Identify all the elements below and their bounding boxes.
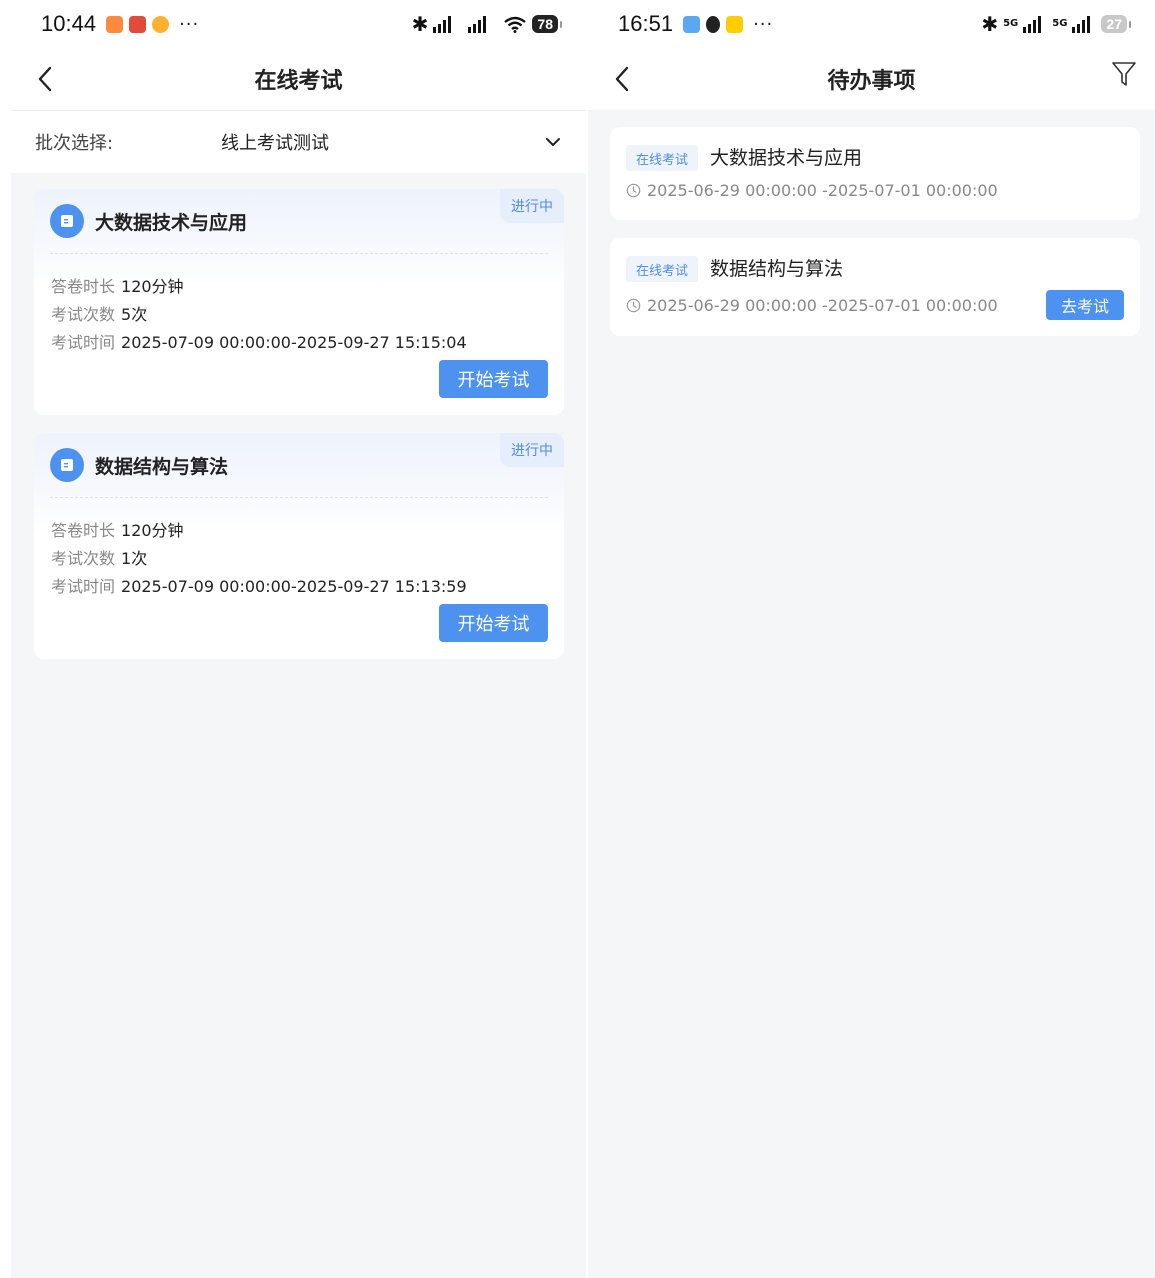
status-badge: 进行中 <box>500 189 564 223</box>
network-type: 5G <box>1003 18 1019 29</box>
start-exam-button[interactable]: 开始考试 <box>439 604 548 642</box>
exam-card: 进行中 数据结构与算法 答卷时长 120分钟 考试次数 1次 考试时间 2025-07… <box>34 433 564 659</box>
clock-icon <box>626 183 641 198</box>
weibo-icon <box>152 15 170 33</box>
network-type: 5G <box>1052 18 1068 29</box>
exam-title: 大数据技术与应用 <box>95 211 248 234</box>
exam-attempts: 考试次数 5次 <box>51 305 148 324</box>
book-icon <box>50 448 84 482</box>
todo-list-screen: 16:51 ··· ✱ 5G 5G 27 待办事项 在线考试 大数据技术与应用 … <box>588 0 1155 1278</box>
exam-attempts: 考试次数 1次 <box>51 549 148 568</box>
status-badge: 进行中 <box>500 433 564 467</box>
battery-icon: 27 <box>1101 15 1131 33</box>
batch-value[interactable]: 线上考试测试 <box>221 129 329 155</box>
qq-icon <box>706 15 721 33</box>
meituan-icon <box>726 15 744 33</box>
chevron-left-icon <box>615 66 629 92</box>
divider <box>50 497 548 498</box>
todo-title: 大数据技术与应用 <box>710 147 863 169</box>
exam-time: 考试时间 2025-07-09 00:00:00-2025-09-27 15:13… <box>51 577 467 596</box>
divider <box>50 253 548 254</box>
nav-bar: 待办事项 <box>588 48 1155 110</box>
batch-label: 批次选择: <box>35 133 114 154</box>
filter-icon[interactable] <box>1111 60 1137 88</box>
bluetooth-icon: ✱ <box>411 12 429 36</box>
todo-time: 2025-06-29 00:00:00 -2025-07-01 00:00:00 <box>626 181 998 200</box>
clock-icon <box>626 298 641 313</box>
todo-item[interactable]: 在线考试 大数据技术与应用 2025-06-29 00:00:00 -2025-… <box>610 127 1140 220</box>
exam-card: 进行中 大数据技术与应用 答卷时长 120分钟 考试次数 5次 考试时间 2025-0… <box>34 189 564 415</box>
app-notification-icon <box>129 15 147 33</box>
page-title: 待办事项 <box>827 69 916 94</box>
chevron-left-icon <box>38 66 52 92</box>
signal-icon <box>1023 16 1042 33</box>
exam-duration: 答卷时长 120分钟 <box>51 521 184 540</box>
bluetooth-icon: ✱ <box>981 12 999 36</box>
signal-icon <box>433 16 452 33</box>
todo-tag: 在线考试 <box>626 145 699 171</box>
page-title: 在线考试 <box>254 69 343 94</box>
back-button[interactable] <box>608 64 638 94</box>
exam-list-screen: 10:44 ··· ✱ 78 在线考试 批次选择: 线上考试测试 进行中 大数据… <box>11 0 586 1278</box>
signal-icon <box>1072 16 1091 33</box>
status-bar: 16:51 ··· ✱ 5G 5G 27 <box>588 0 1155 48</box>
status-time: 16:51 <box>618 11 674 36</box>
more-notifications-icon: ··· <box>179 13 200 35</box>
nav-bar: 在线考试 <box>11 48 586 111</box>
chevron-down-icon[interactable] <box>544 133 562 151</box>
wifi-icon <box>504 16 527 33</box>
todo-title: 数据结构与算法 <box>710 258 844 280</box>
book-icon <box>50 204 84 238</box>
app-notification-icon <box>683 15 701 33</box>
exam-time: 考试时间 2025-07-09 00:00:00-2025-09-27 15:15… <box>51 333 467 352</box>
todo-item[interactable]: 在线考试 数据结构与算法 2025-06-29 00:00:00 -2025-0… <box>610 238 1140 336</box>
back-button[interactable] <box>31 64 61 94</box>
signal-icon <box>468 16 487 33</box>
more-notifications-icon: ··· <box>753 13 774 35</box>
status-bar: 10:44 ··· ✱ 78 <box>11 0 586 48</box>
go-exam-button[interactable]: 去考试 <box>1046 290 1124 320</box>
start-exam-button[interactable]: 开始考试 <box>439 360 548 398</box>
app-notification-icon <box>106 15 124 33</box>
exam-duration: 答卷时长 120分钟 <box>51 277 184 296</box>
status-time: 10:44 <box>41 11 97 36</box>
batch-selector[interactable]: 批次选择: 线上考试测试 <box>11 111 586 173</box>
todo-time: 2025-06-29 00:00:00 -2025-07-01 00:00:00 <box>626 296 998 315</box>
todo-tag: 在线考试 <box>626 256 699 282</box>
battery-icon: 78 <box>532 15 562 33</box>
exam-title: 数据结构与算法 <box>95 455 229 478</box>
